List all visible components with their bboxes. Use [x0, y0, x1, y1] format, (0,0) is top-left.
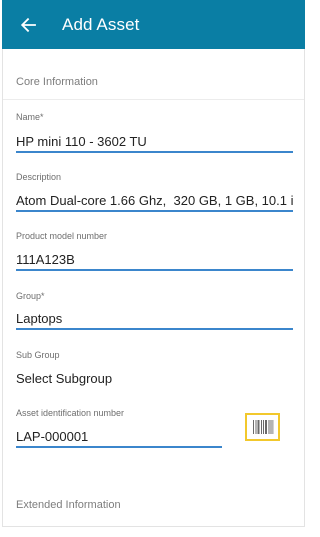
sub-group-label: Sub Group: [16, 350, 60, 360]
arrow-left-icon: [20, 17, 36, 32]
name-input[interactable]: [16, 131, 293, 153]
asset-id-label: Asset identification number: [16, 408, 125, 418]
asset-form: Core Information Name* Description Produ…: [2, 49, 305, 527]
description-label: Description: [16, 172, 62, 182]
back-button[interactable]: [14, 11, 42, 39]
barcode-icon: [252, 420, 273, 434]
name-label: Name*: [16, 112, 44, 122]
asset-id-input[interactable]: [16, 426, 222, 448]
section-title-core: Core Information: [16, 76, 98, 88]
group-label: Group*: [16, 291, 45, 301]
group-select[interactable]: [16, 308, 293, 330]
sub-group-select[interactable]: [16, 367, 293, 389]
app-bar: Add Asset: [2, 0, 305, 49]
section-title-extended: Extended Information: [16, 499, 121, 511]
section-divider: [3, 99, 304, 100]
description-input[interactable]: [16, 190, 293, 212]
product-model-label: Product model number: [16, 231, 108, 241]
scan-barcode-button[interactable]: [245, 413, 280, 441]
add-asset-screen: Add Asset Core Information Name* Descrip…: [0, 0, 314, 537]
page-title: Add Asset: [62, 14, 140, 34]
product-model-input[interactable]: [16, 249, 293, 271]
